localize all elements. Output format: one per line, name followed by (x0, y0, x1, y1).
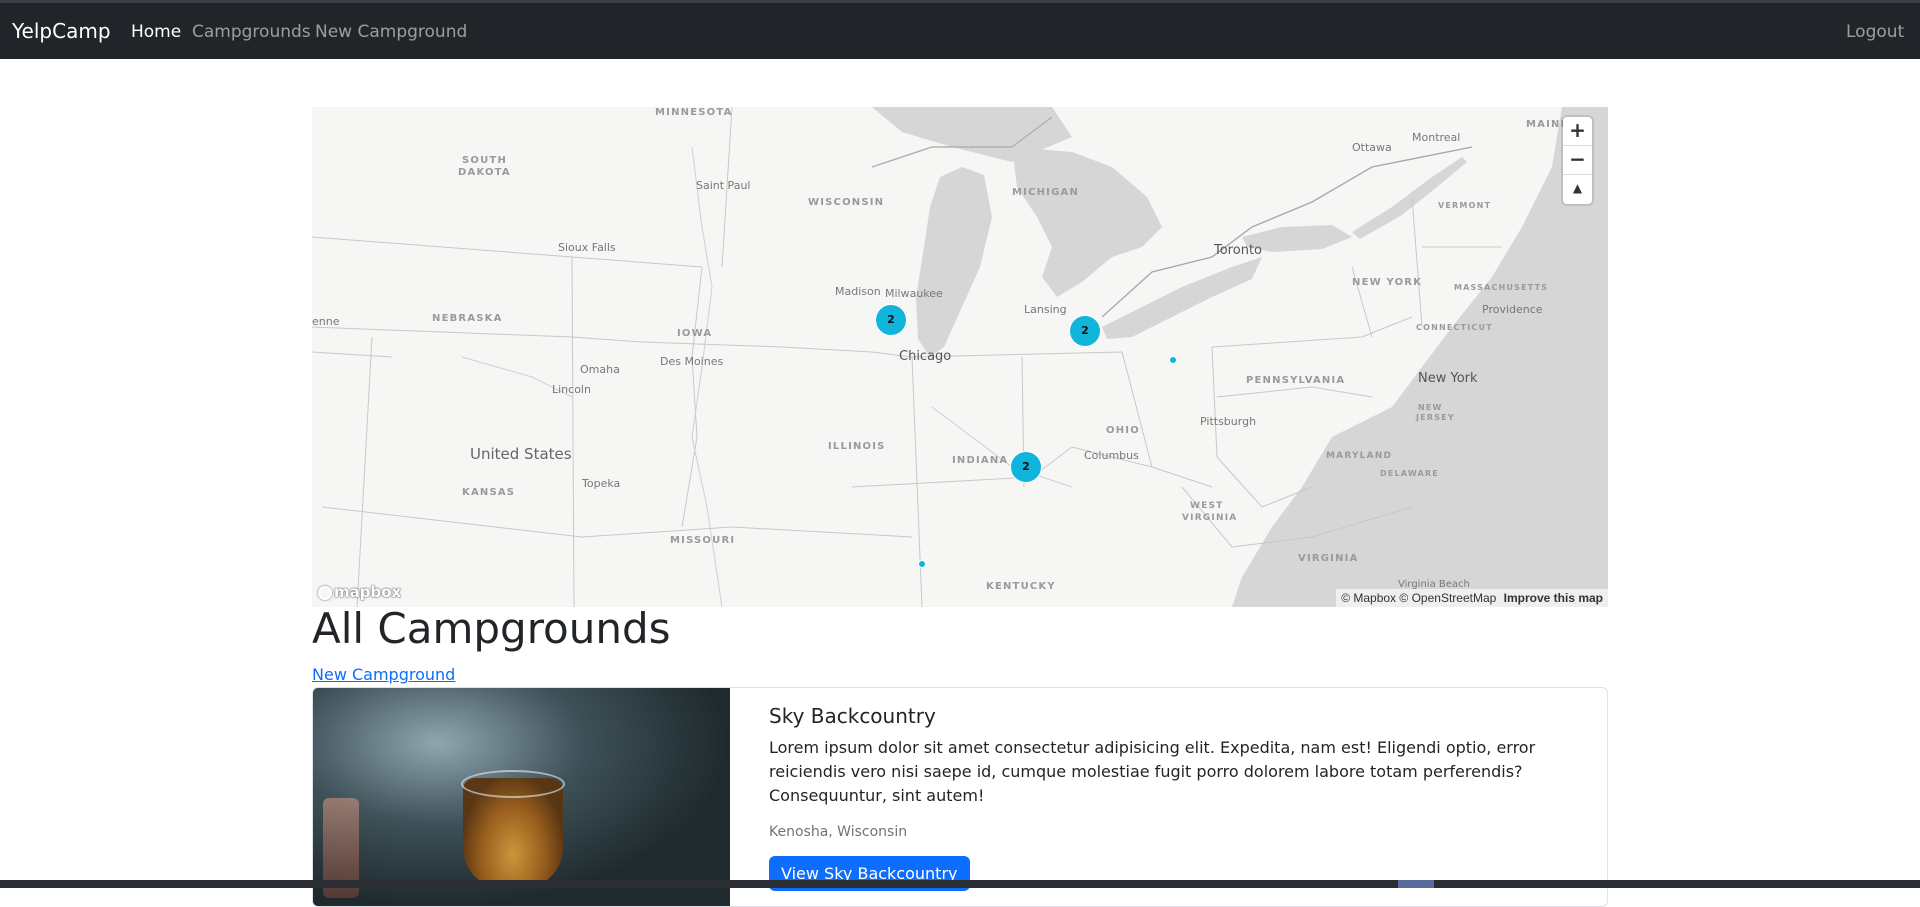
logout-link[interactable]: Logout (1846, 22, 1904, 42)
campground-image (313, 688, 730, 906)
campground-card: Sky Backcountry Lorem ipsum dolor sit am… (312, 687, 1608, 907)
map-label-west-virginia-2: VIRGINIA (1182, 513, 1238, 523)
compass-reset-button[interactable]: ▲ (1563, 175, 1592, 204)
map-label-montreal: Montreal (1412, 131, 1461, 144)
map-label-south-dakota: SOUTH (462, 155, 508, 166)
cluster-map[interactable]: MINNESOTA SOUTH DAKOTA WISCONSIN MICHIGA… (312, 107, 1608, 607)
map-label-virginia: VIRGINIA (1298, 553, 1359, 564)
campground-pin-kentucky[interactable] (918, 560, 926, 568)
navbar: YelpCamp Home Campgrounds New Campground… (0, 0, 1920, 59)
map-label-south-dakota-2: DAKOTA (458, 167, 511, 178)
map-label-lansing: Lansing (1024, 303, 1067, 316)
mapbox-logo-icon (318, 586, 332, 600)
mapbox-logo[interactable]: mapbox (318, 583, 401, 601)
taskbar (0, 880, 1920, 888)
map-label-providence: Providence (1482, 303, 1543, 316)
mapbox-logo-text: mapbox (334, 583, 402, 601)
campground-description: Lorem ipsum dolor sit amet consectetur a… (769, 738, 1536, 805)
improve-map-link[interactable]: Improve this map (1504, 591, 1603, 605)
map-label-topeka: Topeka (582, 477, 621, 490)
map-label-wisconsin: WISCONSIN (808, 197, 885, 208)
attribution-mapbox-link[interactable]: © Mapbox (1341, 591, 1396, 605)
map-label-toronto: Toronto (1214, 243, 1262, 258)
map-label-ohio: OHIO (1106, 425, 1140, 436)
campground-pin-ohio[interactable] (1169, 356, 1177, 364)
map-label-omaha: Omaha (580, 363, 620, 376)
map-attribution: © Mapbox © OpenStreetMap Improve this ma… (1336, 589, 1608, 607)
map-label-new-jersey-2: JERSEY (1416, 413, 1455, 422)
map-label-maryland: MARYLAND (1326, 451, 1393, 461)
map-label-madison: Madison (835, 285, 881, 298)
map-label-saint-paul: Saint Paul (696, 179, 751, 192)
map-label-kansas: KANSAS (462, 487, 516, 498)
nav-link-campgrounds[interactable]: Campgrounds (192, 22, 311, 42)
card-body: Sky Backcountry Lorem ipsum dolor sit am… (769, 704, 1579, 891)
map-navigation-controls: + − ▲ (1563, 117, 1592, 204)
map-label-delaware: DELAWARE (1380, 469, 1439, 478)
nav-link-home[interactable]: Home (131, 22, 181, 42)
taskbar-item[interactable] (1398, 880, 1434, 888)
map-label-kentucky: KENTUCKY (986, 581, 1056, 592)
map-label-sioux-falls: Sioux Falls (558, 241, 616, 254)
new-campground-link[interactable]: New Campground (312, 665, 455, 684)
map-label-milwaukee: Milwaukee (885, 287, 943, 300)
map-label-chicago: Chicago (899, 349, 952, 364)
campground-title: Sky Backcountry (769, 704, 936, 728)
map-background (312, 107, 1608, 607)
cluster-marker-madison[interactable]: 2 (875, 304, 907, 336)
cluster-marker-lansing[interactable]: 2 (1069, 315, 1101, 347)
map-label-massachusetts: MASSACHUSETTS (1454, 283, 1549, 292)
map-label-ottawa: Ottawa (1352, 141, 1392, 154)
zoom-in-button[interactable]: + (1563, 117, 1592, 146)
map-label-vermont: VERMONT (1438, 201, 1492, 210)
map-label-pittsburgh: Pittsburgh (1200, 415, 1257, 428)
map-label-missouri: MISSOURI (670, 535, 736, 546)
map-label-michigan: MICHIGAN (1012, 187, 1080, 198)
map-label-connecticut: CONNECTICUT (1416, 323, 1493, 332)
brand-logo[interactable]: YelpCamp (12, 19, 111, 43)
map-label-des-moines: Des Moines (660, 355, 724, 368)
map-label-lincoln: Lincoln (552, 383, 591, 396)
attribution-osm-link[interactable]: © OpenStreetMap (1399, 591, 1496, 605)
map-label-cheyenne: enne (312, 315, 340, 328)
zoom-out-button[interactable]: − (1563, 146, 1592, 175)
map-label-pennsylvania: PENNSYLVANIA (1246, 375, 1346, 386)
glass-rim-shape (461, 770, 565, 798)
map-label-united-states: United States (470, 445, 572, 463)
map-label-indiana: INDIANA (952, 455, 1009, 466)
map-label-columbus: Columbus (1084, 449, 1139, 462)
map-label-new-york-city: New York (1418, 371, 1478, 386)
map-label-illinois: ILLINOIS (828, 441, 886, 452)
nav-link-new-campground[interactable]: New Campground (315, 22, 467, 42)
cluster-marker-indiana[interactable]: 2 (1010, 451, 1042, 483)
map-label-west-virginia: WEST (1190, 501, 1224, 511)
map-label-nebraska: NEBRASKA (432, 313, 503, 324)
map-label-minnesota: MINNESOTA (655, 107, 733, 118)
map-label-iowa: IOWA (677, 328, 713, 339)
campground-location: Kenosha, Wisconsin (769, 824, 908, 840)
map-label-new-jersey: NEW (1418, 403, 1443, 412)
map-label-new-york-state: NEW YORK (1352, 277, 1423, 288)
page-title: All Campgrounds (312, 604, 671, 653)
